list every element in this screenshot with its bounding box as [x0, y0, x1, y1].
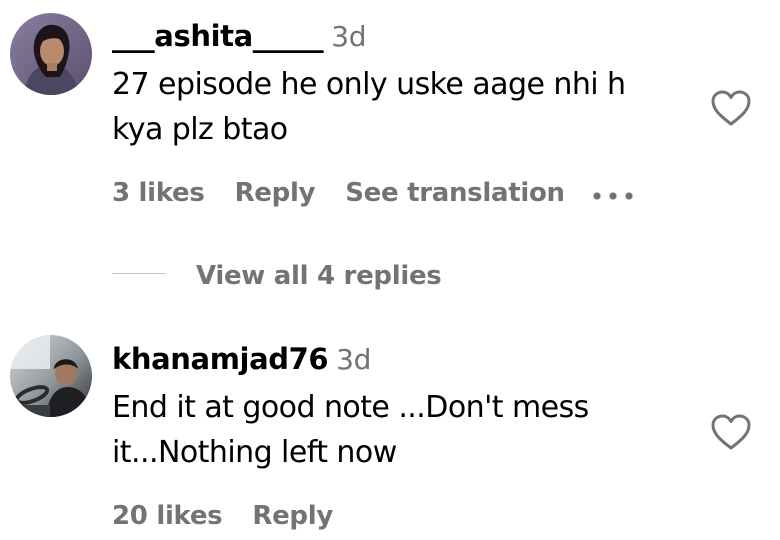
heart-icon[interactable] [709, 412, 753, 452]
comment-actions: 3 likes Reply See translation [112, 180, 595, 206]
view-replies-label: View all 4 replies [196, 261, 442, 291]
timestamp: 3d [331, 20, 367, 53]
timestamp: 3d [336, 343, 372, 376]
more-horizontal-icon[interactable] [592, 186, 634, 200]
username[interactable]: ___ashita_____ [112, 19, 324, 53]
avatar[interactable] [10, 335, 92, 417]
replies-divider [112, 273, 166, 274]
likes-count[interactable]: 20 likes [112, 503, 223, 529]
see-translation-button[interactable]: See translation [345, 180, 565, 206]
comment-header: khanamjad76 3d [112, 345, 371, 374]
username[interactable]: khanamjad76 [112, 342, 329, 376]
comment-text: 27 episode he only uske aage nhi h kya p… [112, 67, 626, 147]
avatar-man-driving-icon [10, 335, 92, 417]
likes-count[interactable]: 3 likes [112, 180, 205, 206]
avatar-woman-icon [10, 13, 92, 95]
comment-actions: 20 likes Reply [112, 503, 363, 529]
reply-button[interactable]: Reply [235, 180, 316, 206]
avatar[interactable] [10, 13, 92, 95]
heart-icon[interactable] [709, 88, 753, 128]
comment-item: ___ashita_____ 3d 27 episode he only uske… [0, 0, 780, 289]
comment-header: ___ashita_____ 3d [112, 19, 367, 53]
comment-item: khanamjad76 3d End it at good note ...Don… [0, 320, 780, 540]
comment-text: End it at good note ...Don't mess it...N… [112, 390, 589, 470]
reply-button[interactable]: Reply [252, 503, 333, 529]
